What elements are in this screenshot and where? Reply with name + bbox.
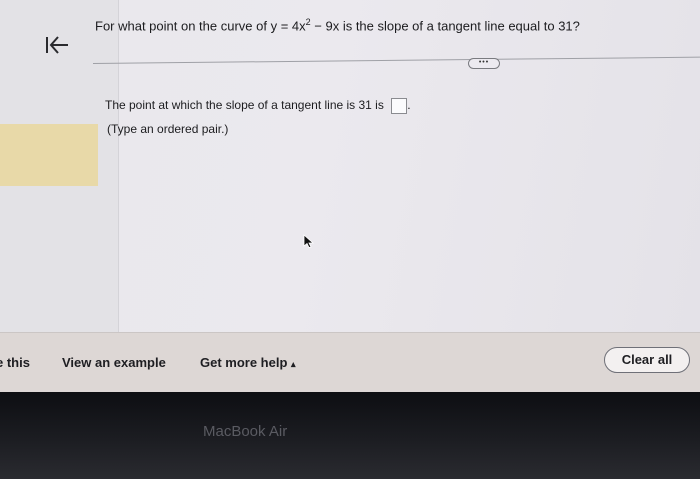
laptop-bezel: MacBook Air <box>0 392 700 479</box>
left-panel-highlight <box>0 124 98 186</box>
get-more-help-link[interactable]: Get more help ▴ <box>200 355 296 370</box>
first-page-arrow-icon[interactable] <box>44 34 70 56</box>
get-more-help-label: Get more help <box>200 355 288 370</box>
view-example-link[interactable]: View an example <box>62 355 166 370</box>
answer-trailing: . <box>407 98 411 113</box>
question-text: For what point on the curve of y = 4x2 −… <box>95 17 580 33</box>
question-prefix: For what point on the curve of y = 4x <box>95 18 306 34</box>
answer-input[interactable] <box>391 98 408 114</box>
divider <box>92 56 700 64</box>
question-suffix: − 9x is the slope of a tangent line equa… <box>310 18 580 34</box>
caret-up-icon: ▴ <box>291 359 296 369</box>
more-options-button[interactable]: ••• <box>468 58 500 69</box>
answer-line: The point at which the slope of a tangen… <box>105 98 411 114</box>
answer-hint: (Type an ordered pair.) <box>107 122 229 136</box>
clear-all-button[interactable]: Clear all <box>604 347 690 373</box>
screen: For what point on the curve of y = 4x2 −… <box>0 0 700 393</box>
bottom-toolbar: e this View an example Get more help ▴ C… <box>0 332 700 393</box>
mouse-pointer-icon <box>303 234 314 248</box>
left-panel <box>0 0 119 332</box>
brand-label: MacBook Air <box>203 423 288 440</box>
help-me-solve-this-link[interactable]: e this <box>0 355 30 370</box>
answer-prompt: The point at which the slope of a tangen… <box>105 98 384 113</box>
